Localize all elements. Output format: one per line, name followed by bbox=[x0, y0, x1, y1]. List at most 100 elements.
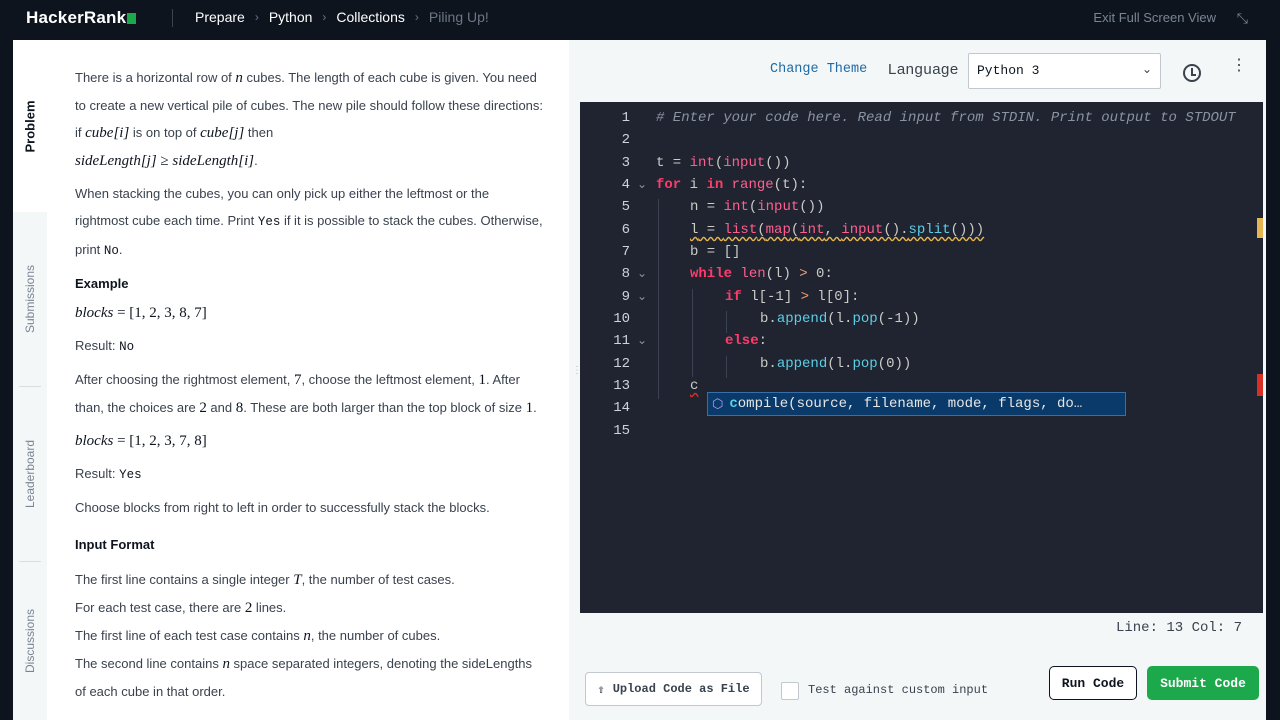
error-marker bbox=[1257, 374, 1263, 396]
line-number: 1 bbox=[621, 110, 630, 126]
line-number: 2 bbox=[621, 132, 630, 148]
code-line: b = [] bbox=[690, 244, 741, 260]
chevron-right-icon: › bbox=[322, 10, 327, 24]
problem-panel: Problem Submissions Leaderboard Discussi… bbox=[13, 40, 569, 720]
code-line: b.append(l.pop(0)) bbox=[760, 356, 912, 372]
example-1: blocks = [1, 2, 3, 8, 7] bbox=[75, 305, 207, 321]
fold-chevron-icon[interactable]: ⌄ bbox=[637, 177, 647, 191]
fold-chevron-icon[interactable]: ⌄ bbox=[637, 266, 647, 280]
upload-label: Upload Code as File bbox=[612, 682, 750, 696]
line-gutter: 1 2 3 4 5 6 7 8 9 10 11 12 13 14 15 ⌄ ⌄ … bbox=[580, 102, 652, 613]
language-label: Language bbox=[888, 61, 959, 78]
line-number: 10 bbox=[613, 311, 630, 327]
cursor-position: Line: 13 Col: 7 bbox=[1115, 620, 1242, 636]
custom-input-label[interactable]: Test against custom input bbox=[808, 683, 988, 697]
editor-panel: Change Theme Language Python 3 ⌄ ⋮ 1 2 3… bbox=[580, 40, 1266, 720]
paragraph-hint: Choose blocks from right to left in orde… bbox=[75, 500, 490, 515]
autocomplete-suggestion[interactable]: ⬡ c ompile(source, filename, mode, flags,… bbox=[707, 392, 1126, 416]
upload-file-button[interactable]: ⇧ Upload Code as File bbox=[585, 672, 762, 706]
tab-discussions[interactable]: Discussions bbox=[13, 562, 47, 720]
divider bbox=[172, 9, 173, 27]
example-heading: Example bbox=[75, 276, 129, 291]
line-number: 14 bbox=[613, 400, 630, 416]
code-line: else: bbox=[725, 333, 768, 349]
exit-fullscreen-link[interactable]: Exit Full Screen View bbox=[1093, 10, 1216, 25]
fold-chevron-icon[interactable]: ⌄ bbox=[637, 333, 647, 347]
breadcrumb-collections[interactable]: Collections bbox=[336, 9, 404, 25]
code-editor[interactable]: 1 2 3 4 5 6 7 8 9 10 11 12 13 14 15 ⌄ ⌄ … bbox=[580, 102, 1263, 613]
result-2: Result: Yes bbox=[75, 466, 142, 482]
window-edge bbox=[1266, 40, 1280, 720]
line-number: 8 bbox=[621, 266, 630, 282]
line-number: 15 bbox=[613, 423, 630, 439]
tab-label: Problem bbox=[22, 99, 38, 153]
code-line: t = int(input()) bbox=[656, 155, 791, 171]
paragraph-rules: When stacking the cubes, you can only pi… bbox=[75, 186, 543, 258]
chevron-down-icon: ⌄ bbox=[1141, 62, 1152, 76]
change-theme-link[interactable]: Change Theme bbox=[770, 62, 867, 77]
submit-code-button[interactable]: Submit Code bbox=[1147, 666, 1259, 700]
result-1: Result: No bbox=[75, 338, 135, 354]
line-number: 11 bbox=[613, 333, 630, 349]
tab-label: Leaderboard bbox=[23, 439, 37, 509]
warning-marker bbox=[1257, 218, 1263, 238]
tab-label: Submissions bbox=[23, 264, 37, 334]
indent-guide bbox=[658, 199, 659, 399]
indent-guide bbox=[726, 356, 727, 378]
line-number: 3 bbox=[621, 155, 630, 171]
collapse-icon[interactable]: ⤡ bbox=[1237, 10, 1248, 27]
code-line: for i in range(t): bbox=[656, 177, 808, 193]
line-number: 13 bbox=[613, 378, 630, 394]
breadcrumb-python[interactable]: Python bbox=[269, 9, 313, 25]
input-line-2: For each test case, there are 2 lines. bbox=[75, 600, 287, 616]
tab-leaderboard[interactable]: Leaderboard bbox=[13, 387, 47, 561]
code-line: # Enter your code here. Read input from … bbox=[656, 110, 1236, 126]
indent-guide bbox=[692, 289, 693, 377]
tab-submissions[interactable]: Submissions bbox=[13, 212, 47, 386]
line-number: 12 bbox=[613, 356, 630, 372]
line-number: 4 bbox=[621, 177, 630, 193]
code-line: n = int(input()) bbox=[690, 199, 825, 215]
run-code-button[interactable]: Run Code bbox=[1049, 666, 1137, 700]
top-bar: HackerRank Prepare › Python › Collection… bbox=[0, 0, 1280, 40]
fold-chevron-icon[interactable]: ⌄ bbox=[637, 289, 647, 303]
more-options-icon[interactable]: ⋮ bbox=[1231, 58, 1247, 74]
code-line: l = list(map(int, input().split())) bbox=[690, 222, 985, 238]
side-tabs: Problem Submissions Leaderboard Discussi… bbox=[13, 40, 47, 720]
line-number: 5 bbox=[621, 199, 630, 215]
logo-text: HackerRank bbox=[26, 8, 127, 27]
input-line-3: The first line of each test case contain… bbox=[75, 628, 441, 644]
tab-problem[interactable]: Problem bbox=[13, 40, 47, 212]
code-line: if l[-1] > l[0]: bbox=[725, 289, 860, 305]
language-value: Python 3 bbox=[977, 63, 1040, 78]
paragraph-explanation: After choosing the rightmost element, 7,… bbox=[75, 372, 537, 416]
problem-statement: There is a horizontal row of n cubes. Th… bbox=[75, 64, 545, 705]
code-line: b.append(l.pop(-1)) bbox=[760, 311, 920, 327]
input-format-heading: Input Format bbox=[75, 537, 155, 552]
custom-input-checkbox[interactable] bbox=[781, 682, 799, 700]
example-2: blocks = [1, 2, 3, 7, 8] bbox=[75, 433, 207, 449]
line-number: 7 bbox=[621, 244, 630, 260]
tab-label: Discussions bbox=[23, 608, 37, 674]
history-icon[interactable] bbox=[1183, 64, 1201, 82]
upload-icon: ⇧ bbox=[597, 682, 605, 697]
line-number: 6 bbox=[621, 222, 630, 238]
chevron-right-icon: › bbox=[414, 10, 419, 24]
line-number: 9 bbox=[621, 289, 630, 305]
breadcrumb: Prepare › Python › Collections › Piling … bbox=[195, 9, 489, 25]
editor-toolbar: Change Theme Language Python 3 ⌄ ⋮ bbox=[580, 40, 1266, 102]
input-line-4: The second line contains n space separat… bbox=[75, 656, 533, 699]
language-select[interactable]: Python 3 ⌄ bbox=[968, 53, 1161, 89]
chevron-right-icon: › bbox=[254, 10, 259, 24]
breadcrumb-prepare[interactable]: Prepare bbox=[195, 9, 245, 25]
hackerrank-logo[interactable]: HackerRank bbox=[26, 8, 137, 28]
code-line: c bbox=[690, 378, 699, 394]
cube-icon: ⬡ bbox=[712, 396, 724, 412]
logo-square bbox=[127, 12, 137, 24]
paragraph-intro: There is a horizontal row of n cubes. Th… bbox=[75, 70, 544, 169]
splitter[interactable] bbox=[569, 40, 580, 720]
indent-guide bbox=[726, 311, 727, 333]
breadcrumb-current: Piling Up! bbox=[428, 9, 489, 25]
autocomplete-match: c bbox=[729, 396, 738, 412]
editor-actions: ⇧ Upload Code as File Test against custom… bbox=[580, 652, 1266, 720]
